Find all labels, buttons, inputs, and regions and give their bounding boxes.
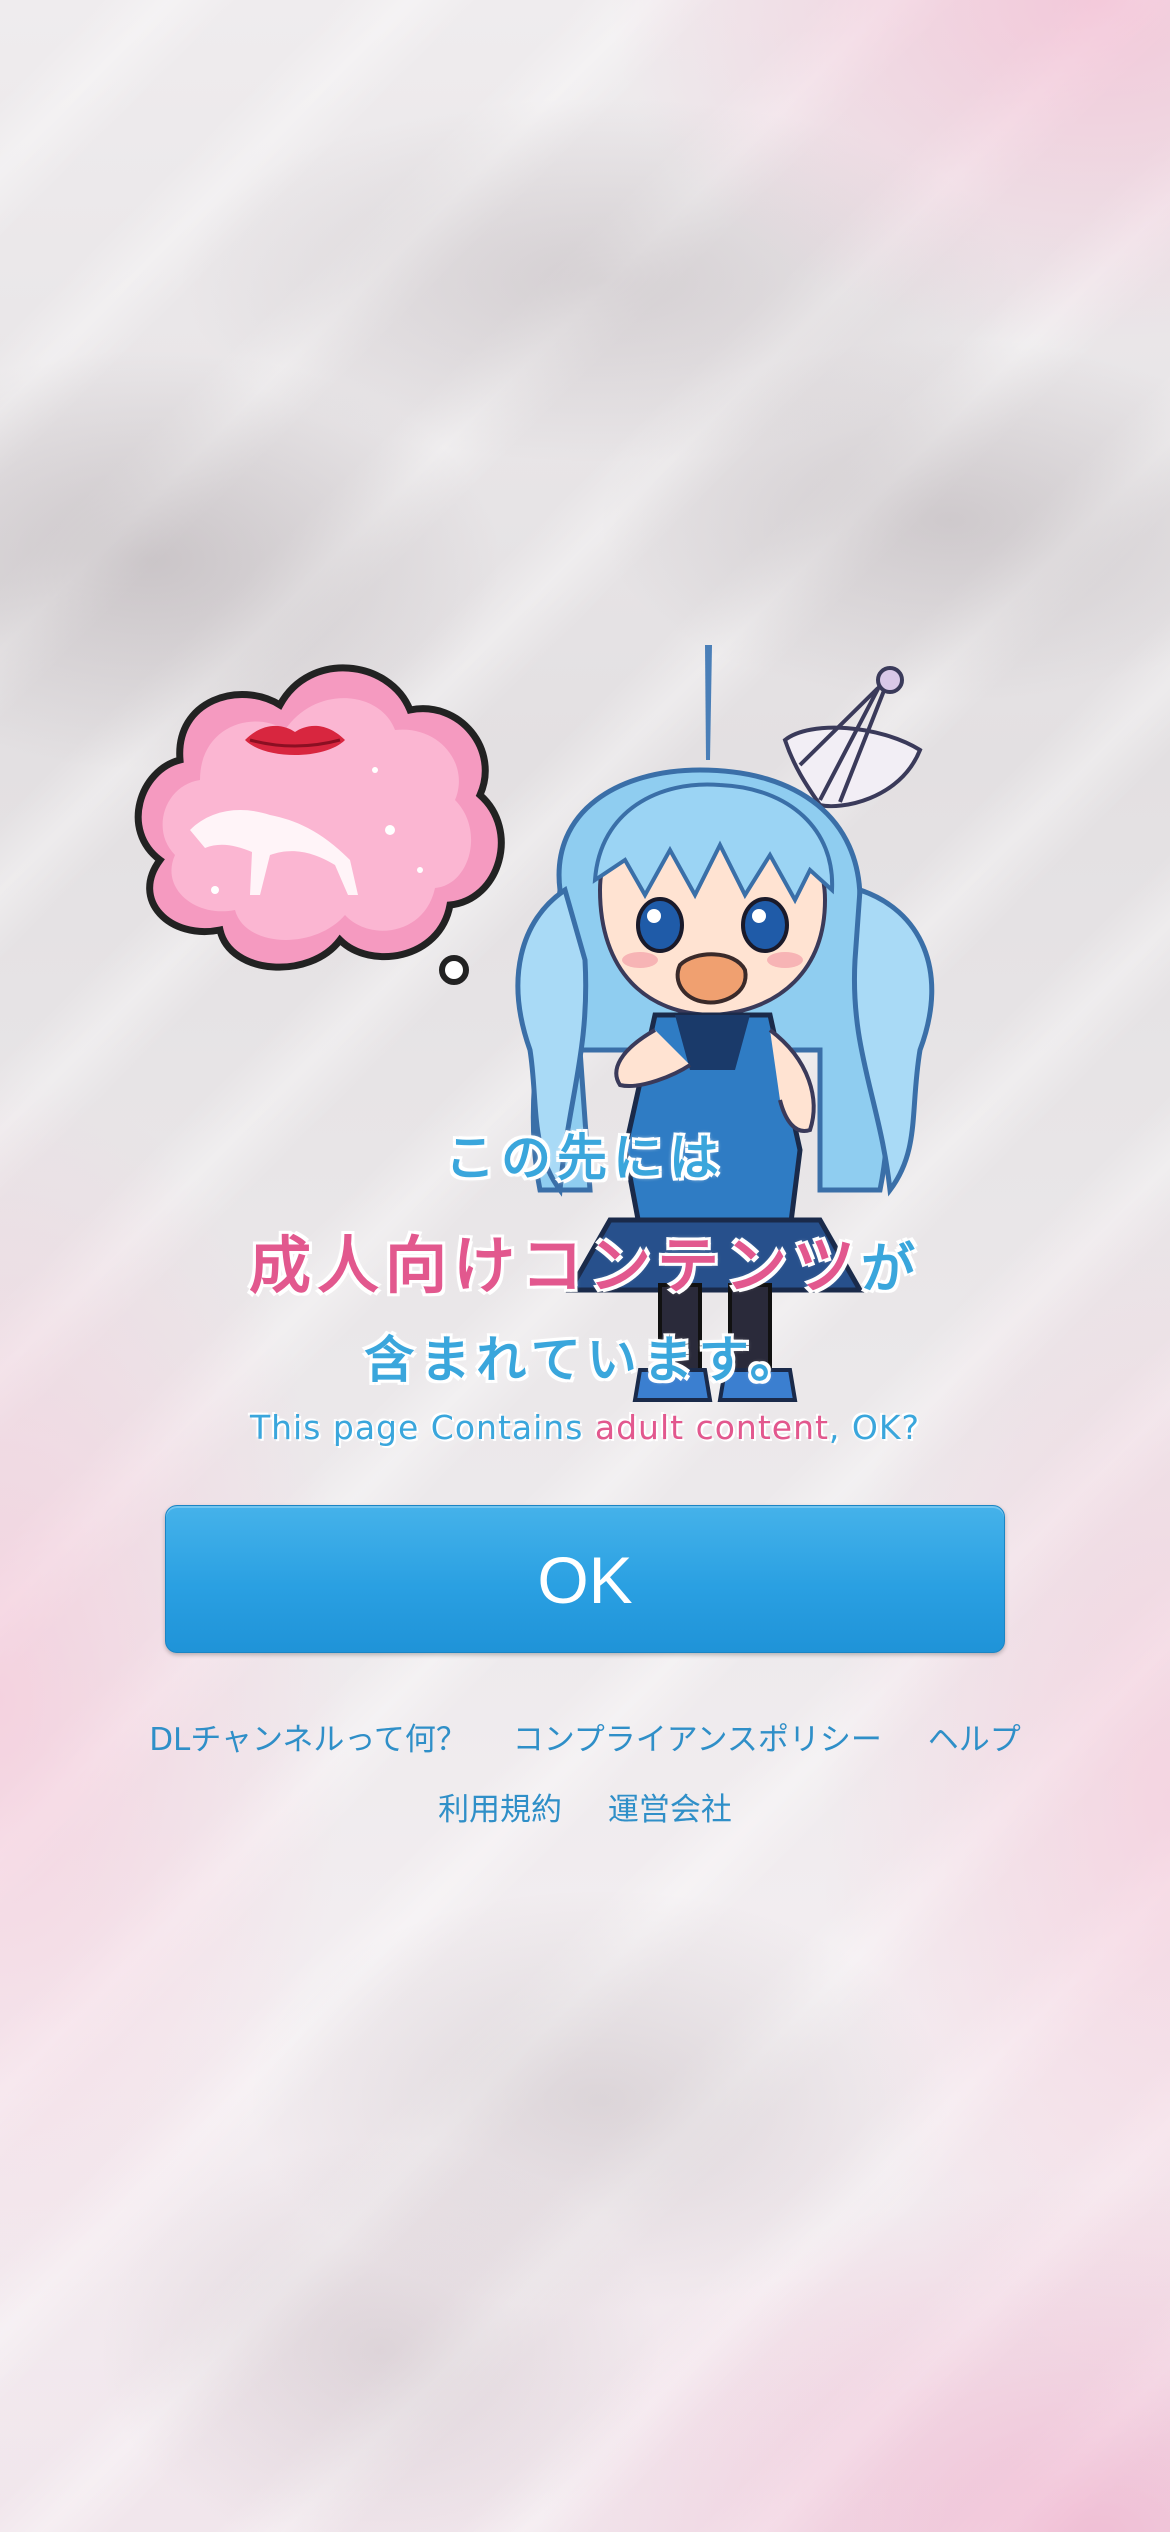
link-operating-company[interactable]: 運営会社 — [608, 1792, 732, 1828]
headline-line-3: 含まれています。 — [364, 1331, 806, 1389]
headline-line-2: 成人向けコンテンツが — [0, 1215, 1170, 1305]
headline-line-1: この先には — [445, 1129, 725, 1187]
ok-button[interactable]: OK — [165, 1505, 1005, 1653]
subtitle-part-1: This page Contains — [249, 1408, 595, 1447]
footer-links-row-1: DLチャンネルって何？ コンプライアンスポリシー ヘルプ — [0, 1714, 1170, 1759]
link-what-is-dl-channel[interactable]: DLチャンネルって何？ — [149, 1722, 467, 1758]
footer-links-row-2: 利用規約 運営会社 — [0, 1784, 1170, 1829]
headline-particle: が — [861, 1237, 921, 1300]
link-terms-of-use[interactable]: 利用規約 — [438, 1792, 562, 1828]
subtitle-adult-content: adult content — [594, 1408, 829, 1447]
link-help[interactable]: ヘルプ — [928, 1722, 1021, 1758]
subtitle-part-3: , OK? — [828, 1408, 921, 1447]
headline-adult-content: 成人向けコンテンツ — [248, 1229, 861, 1302]
thought-bubble — [134, 664, 505, 985]
link-compliance-policy[interactable]: コンプライアンスポリシー — [513, 1722, 882, 1758]
english-subtitle: This page Contains adult content, OK? — [0, 1408, 1170, 1447]
